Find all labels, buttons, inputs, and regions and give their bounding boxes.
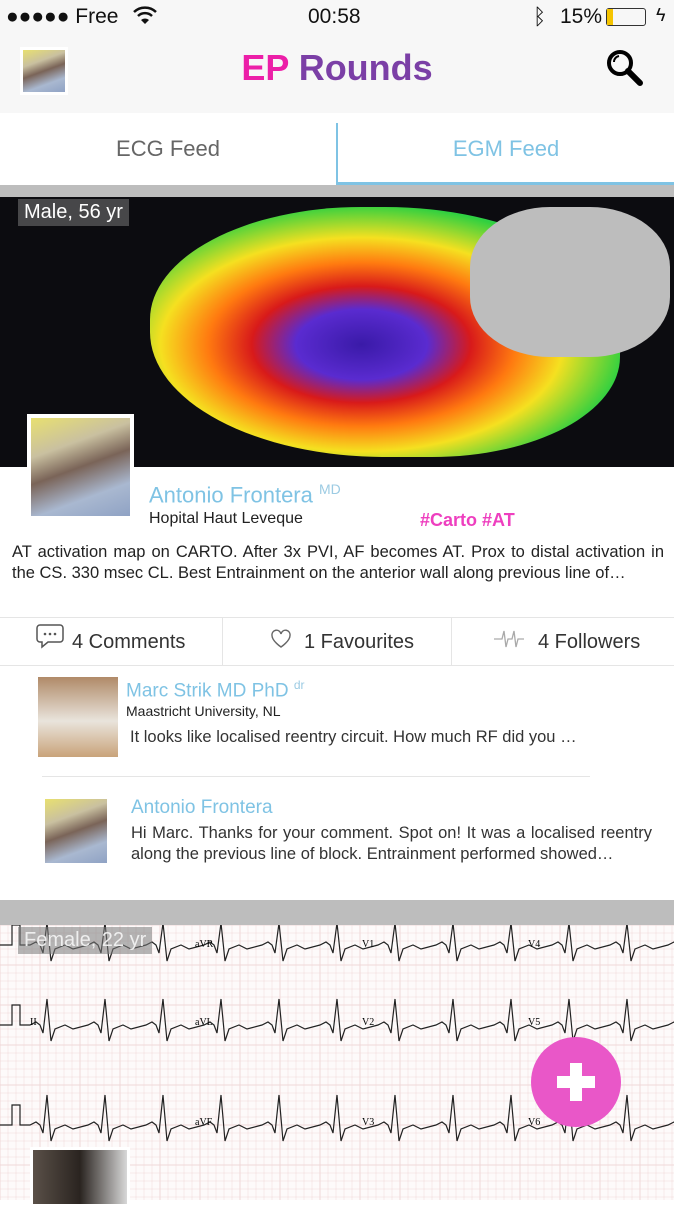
feed-tabs: ECG Feed EGM Feed (0, 113, 674, 185)
patient-label: Female, 22 yr (18, 927, 153, 954)
ecg-lead-label: V5 (528, 1017, 540, 1028)
author-avatar[interactable] (27, 414, 134, 520)
author-suffix: MD (319, 481, 341, 497)
post-tags[interactable]: #Carto #AT (420, 510, 515, 531)
ecg-lead-label: aVF (195, 1117, 213, 1128)
commenter-name[interactable]: Marc Strik MD PhD dr (126, 678, 305, 702)
author-hospital: Hopital Haut Leveque (149, 510, 303, 527)
app-title: EP Rounds (0, 47, 674, 89)
ecg-lead-label: aVR (195, 939, 214, 950)
ecg-lead-label: II (30, 1017, 37, 1028)
search-icon[interactable] (603, 47, 645, 94)
comments-count: 4 Comments (72, 631, 186, 653)
heart-icon (270, 619, 292, 667)
commenter-suffix: dr (293, 678, 305, 692)
favourites-count: 1 Favourites (304, 631, 415, 653)
post-actions: 4 Comments 1 Favourites 4 Followers (0, 617, 674, 666)
author-avatar[interactable] (30, 1147, 130, 1207)
comment-icon (36, 619, 64, 667)
comment-text: Hi Marc. Thanks for your comment. Spot o… (131, 824, 652, 863)
ecg-lead-label: aVL (195, 1017, 213, 1028)
author-name-text: Antonio Frontera (149, 482, 313, 508)
followers-count: 4 Followers (538, 631, 641, 653)
ecg-lead-label: V1 (362, 939, 374, 950)
comment-text: It looks like localised reentry circuit.… (130, 728, 577, 746)
separator (0, 900, 674, 925)
patient-label: Male, 56 yr (18, 199, 129, 226)
post-description: AT activation map on CARTO. After 3x PVI… (12, 543, 664, 582)
clock: 00:58 (308, 5, 361, 28)
ecg-lead-label: V3 (362, 1117, 374, 1128)
ecg-lead-label: V4 (528, 939, 540, 950)
favourites-button[interactable]: 1 Favourites (270, 618, 414, 666)
tab-ecg-feed[interactable]: ECG Feed (0, 113, 336, 185)
commenter-name-text: Marc Strik MD PhD (126, 680, 289, 702)
status-bar: ●●●●● Free 00:58 ᛒ 15% ϟ (0, 0, 674, 35)
comment-divider (42, 776, 590, 777)
charging-icon: ϟ (656, 5, 666, 25)
add-post-button[interactable] (531, 1037, 621, 1127)
battery-icon (606, 8, 646, 26)
comments-button[interactable]: 4 Comments (36, 618, 185, 666)
ecg-lead-label: V2 (362, 1017, 374, 1028)
separator (0, 185, 674, 197)
commenter-avatar[interactable] (38, 677, 118, 757)
commenter-avatar[interactable] (45, 799, 107, 863)
tab-egm-feed[interactable]: EGM Feed (338, 113, 674, 185)
battery-percent: 15% (560, 5, 603, 28)
commenter-name[interactable]: Antonio Frontera (131, 797, 273, 819)
title-ep: EP (241, 47, 289, 88)
bluetooth-icon: ᛒ (533, 4, 547, 29)
author-name[interactable]: Antonio Frontera MD (149, 481, 341, 508)
commenter-affiliation: Maastricht University, NL (126, 703, 281, 719)
ecg-wave-icon (494, 619, 524, 667)
wifi-icon (132, 3, 158, 33)
title-rounds: Rounds (288, 47, 433, 88)
nav-bar: EP Rounds (0, 35, 674, 113)
plus-icon (531, 1063, 621, 1131)
carrier: ●●●●● Free (6, 5, 119, 28)
followers-button[interactable]: 4 Followers (494, 618, 640, 666)
